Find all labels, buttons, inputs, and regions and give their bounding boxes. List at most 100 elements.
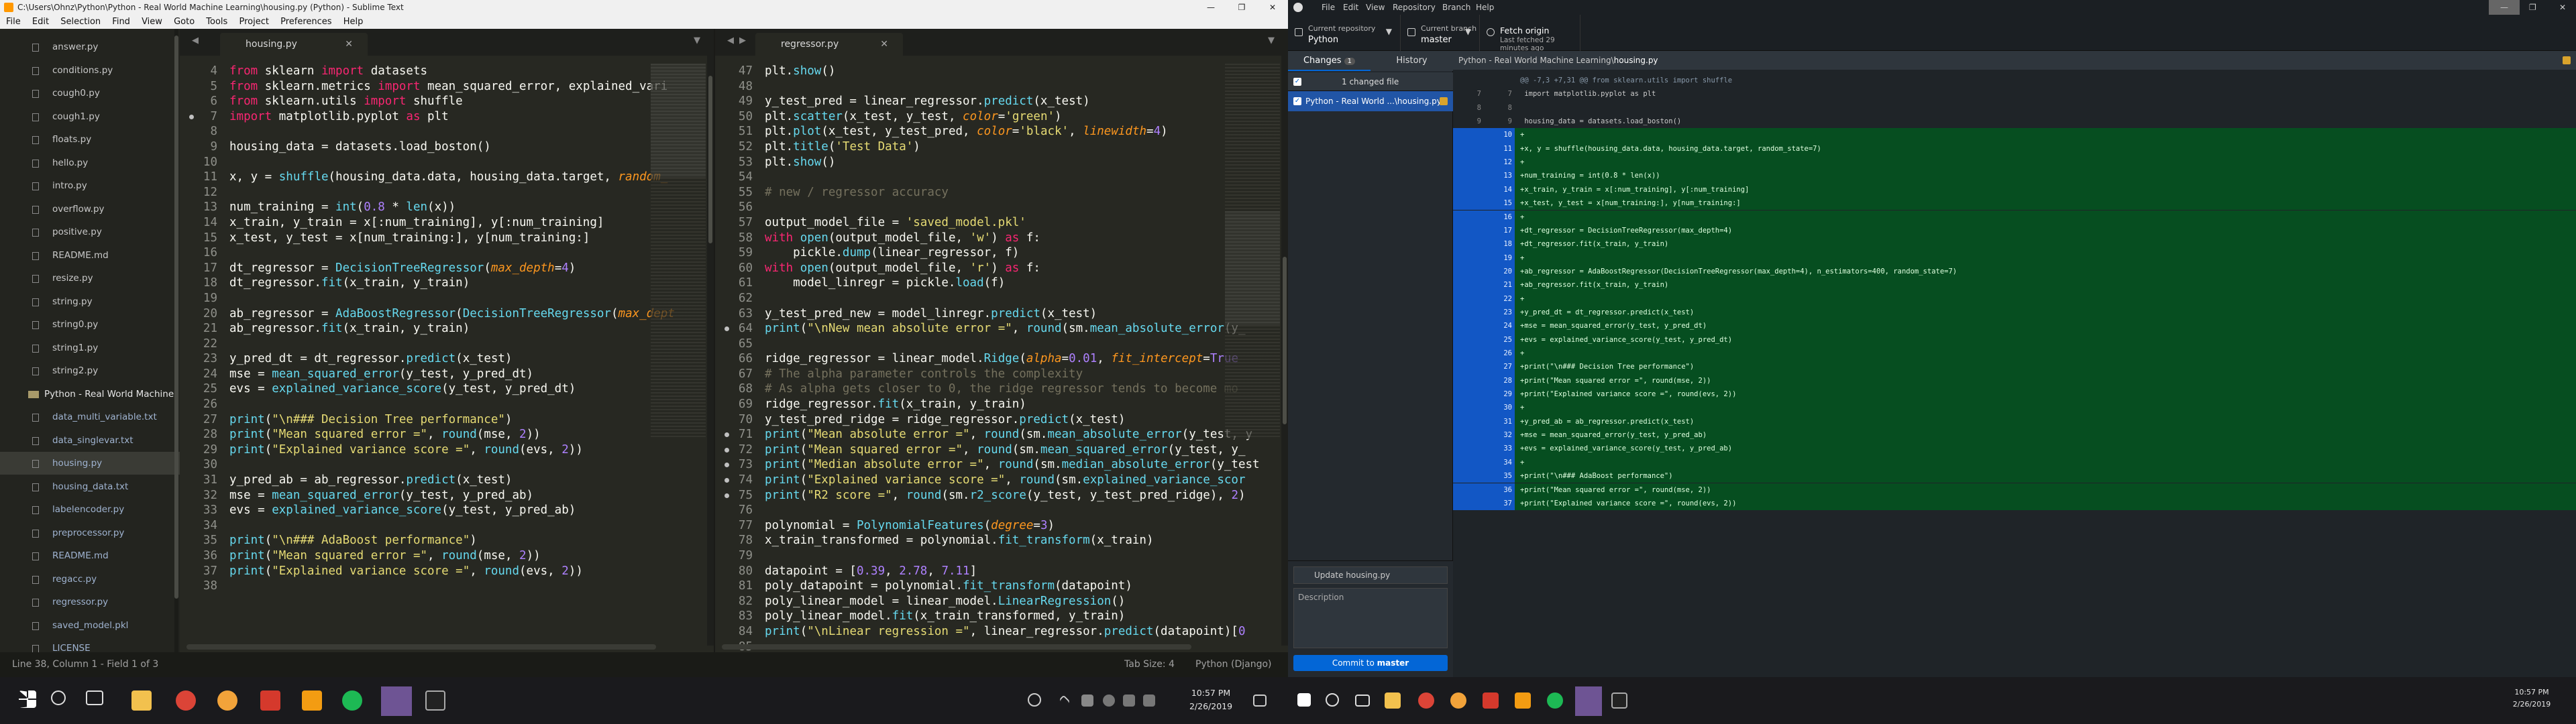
- sidebar-file[interactable]: cough1.py: [0, 105, 180, 128]
- diff-line[interactable]: 18 +dt_regressor.fit(x_train, y_train): [1453, 237, 2576, 251]
- sidebar-file[interactable]: preprocessor.py: [0, 522, 180, 544]
- close-icon[interactable]: ✕: [2559, 0, 2566, 15]
- commit-button[interactable]: Commit to master: [1293, 655, 1448, 671]
- sublime-taskbar-icon[interactable]: [302, 690, 322, 711]
- code-line[interactable]: 79: [715, 548, 1288, 564]
- notification-icon[interactable]: [1253, 695, 1267, 707]
- sidebar-file[interactable]: regacc.py: [0, 568, 180, 591]
- restore-icon[interactable]: ❐: [1226, 0, 1257, 15]
- tab-changes[interactable]: Changes 1: [1288, 51, 1371, 71]
- diff-line[interactable]: 19 +: [1453, 251, 2576, 265]
- clock-time[interactable]: 10:57 PM: [2505, 688, 2559, 697]
- diff-line[interactable]: 29 +print("Explained variance score =", r…: [1453, 387, 2576, 402]
- code-line[interactable]: 33 evs = explained_variance_score(y_test,…: [180, 503, 714, 518]
- code-line[interactable]: 23 y_pred_dt = dt_regressor.predict(x_tes…: [180, 351, 714, 367]
- code-line[interactable]: 69 ridge_regressor.fit(x_train, y_train): [715, 397, 1288, 412]
- syntax-mode[interactable]: Python (Django): [1195, 652, 1271, 677]
- editor-hscrollbar[interactable]: [186, 644, 656, 650]
- code-line[interactable]: 58 with open(output_model_file, 'w') as f…: [715, 231, 1288, 246]
- diff-line[interactable]: 10 +: [1453, 128, 2576, 142]
- current-branch-button[interactable]: Current branch master ▼: [1401, 15, 1480, 51]
- code-line[interactable]: 25 evs = explained_variance_score(y_test,…: [180, 381, 714, 397]
- network-icon[interactable]: [1103, 695, 1115, 707]
- diff-line[interactable]: 35 +print("\n### AdaBoost performance"): [1453, 469, 2576, 483]
- diff-hunk-header[interactable]: @@ -7,3 +7,31 @@ from sklearn.utils impo…: [1453, 74, 2576, 87]
- diff-line[interactable]: 15 +x_test, y_test = x[num_training:], y[…: [1453, 196, 2576, 210]
- diff-line[interactable]: 26 +: [1453, 347, 2576, 361]
- code-line[interactable]: 31 y_pred_ab = ab_regressor.predict(x_tes…: [180, 473, 714, 488]
- tab-next-icon[interactable]: ▶: [739, 36, 746, 46]
- code-line[interactable]: 26: [180, 397, 714, 412]
- battery-icon[interactable]: [1143, 695, 1155, 707]
- code-line[interactable]: 74 print("Explained variance score =", ro…: [715, 473, 1288, 488]
- code-line[interactable]: 6 from sklearn.utils import shuffle: [180, 94, 714, 109]
- windows-start-icon[interactable]: [19, 690, 36, 708]
- menu-edit[interactable]: Edit: [32, 17, 49, 27]
- sidebar-file[interactable]: README.md: [0, 244, 180, 267]
- code-line[interactable]: 71 print("Mean absolute error =", round(s…: [715, 427, 1288, 442]
- acrobat-icon[interactable]: [1483, 692, 1499, 709]
- code-line[interactable]: 72 print("Mean squared error =", round(sm…: [715, 442, 1288, 458]
- code-line[interactable]: 54: [715, 170, 1288, 185]
- sidebar-file[interactable]: README.md: [0, 544, 180, 567]
- sidebar-file[interactable]: hello.py: [0, 152, 180, 174]
- file-explorer-icon[interactable]: [131, 690, 152, 711]
- code-line[interactable]: 29 print("Explained variance score =", ro…: [180, 442, 714, 458]
- diff-line[interactable]: 27 +print("\n### Decision Tree performanc…: [1453, 360, 2576, 374]
- diff-line[interactable]: 22 +: [1453, 292, 2576, 306]
- code-line[interactable]: 77 polynomial = PolynomialFeatures(degree…: [715, 518, 1288, 534]
- tab-close-icon[interactable]: ✕: [345, 33, 353, 56]
- code-line[interactable]: 9 housing_data = datasets.load_boston(): [180, 139, 714, 155]
- menu-view[interactable]: View: [142, 17, 162, 27]
- code-editor[interactable]: 4 from sklearn import datasets 5 from sklea…: [180, 64, 714, 594]
- diff-line[interactable]: 13 +num_training = int(0.8 * len(x)): [1453, 169, 2576, 183]
- commit-description-input[interactable]: Description: [1293, 588, 1448, 648]
- sidebar-file[interactable]: positive.py: [0, 221, 180, 243]
- spotify-icon[interactable]: [342, 690, 362, 711]
- code-line[interactable]: 16: [180, 245, 714, 261]
- diff-line[interactable]: 9 9 housing_data = datasets.load_boston(): [1453, 115, 2576, 128]
- diff-line[interactable]: 31 +y_pred_ab = ab_regressor.predict(x_te…: [1453, 414, 2576, 429]
- menu-goto[interactable]: Goto: [174, 17, 195, 27]
- code-line[interactable]: 24 mse = mean_squared_error(y_test, y_pre…: [180, 367, 714, 382]
- search-icon[interactable]: [1326, 693, 1339, 707]
- github-desktop-taskbar-icon[interactable]: [381, 686, 412, 716]
- code-line[interactable]: 20 ab_regressor = AdaBoostRegressor(Decis…: [180, 306, 714, 322]
- code-line[interactable]: 64 print("\nNew mean absolute error =", r…: [715, 321, 1288, 337]
- diff-line[interactable]: 16 +: [1453, 210, 2576, 224]
- code-line[interactable]: 19: [180, 291, 714, 306]
- chrome-canary-icon[interactable]: [1450, 692, 1466, 709]
- code-line[interactable]: 55 # new / regressor accuracy: [715, 185, 1288, 200]
- code-line[interactable]: 52 plt.title('Test Data'): [715, 139, 1288, 155]
- code-line[interactable]: 56: [715, 200, 1288, 215]
- diff-line[interactable]: 23 +y_pred_dt = dt_regressor.predict(x_te…: [1453, 305, 2576, 320]
- diff-line[interactable]: 17 +dt_regressor = DecisionTreeRegressor(…: [1453, 223, 2576, 238]
- code-line[interactable]: 84 print("\nLinear regression =", linear_…: [715, 624, 1288, 640]
- menu-project[interactable]: Project: [239, 17, 268, 27]
- tray-icon[interactable]: [1081, 695, 1093, 707]
- code-line[interactable]: 80 datapoint = [0.39, 2.78, 7.11]: [715, 564, 1288, 579]
- clock-date[interactable]: 2/26/2019: [2505, 700, 2559, 709]
- code-line[interactable]: 30: [180, 457, 714, 473]
- diff-line[interactable]: 24 +mse = mean_squared_error(y_test, y_pr…: [1453, 319, 2576, 333]
- code-line[interactable]: 59 pickle.dump(linear_regressor, f): [715, 245, 1288, 261]
- diff-line[interactable]: 33 +evs = explained_variance_score(y_test…: [1453, 442, 2576, 456]
- code-editor[interactable]: 47 plt.show() 48 49 y_test_pred = linear_reg…: [715, 64, 1288, 652]
- changed-file-item[interactable]: ✓ Python - Real World ...\housing.py: [1288, 91, 1453, 111]
- code-line[interactable]: 70 y_test_pred_ridge = ridge_regressor.pr…: [715, 412, 1288, 428]
- diff-line[interactable]: 28 +print("Mean squared error =", round(m…: [1453, 373, 2576, 388]
- code-line[interactable]: 48: [715, 79, 1288, 95]
- chrome-icon[interactable]: [1418, 692, 1434, 709]
- code-line[interactable]: 62: [715, 291, 1288, 306]
- code-line[interactable]: 13 num_training = int(0.8 * len(x)): [180, 200, 714, 215]
- sidebar-file[interactable]: string.py: [0, 290, 180, 313]
- current-repository-button[interactable]: Current repository Python ▼: [1288, 15, 1401, 51]
- tab-history[interactable]: History: [1371, 51, 1453, 71]
- diff-line[interactable]: 11 +x, y = shuffle(housing_data.data, hou…: [1453, 141, 2576, 156]
- code-line[interactable]: 28 print("Mean squared error =", round(ms…: [180, 427, 714, 442]
- diff-line[interactable]: 14 +x_train, y_train = x[:num_training], …: [1453, 182, 2576, 197]
- sidebar-file[interactable]: housing.py: [0, 452, 180, 475]
- diff-line[interactable]: 88: [1453, 101, 2576, 115]
- code-line[interactable]: 60 with open(output_model_file, 'r') as f…: [715, 261, 1288, 276]
- sidebar-file[interactable]: overflow.py: [0, 198, 180, 221]
